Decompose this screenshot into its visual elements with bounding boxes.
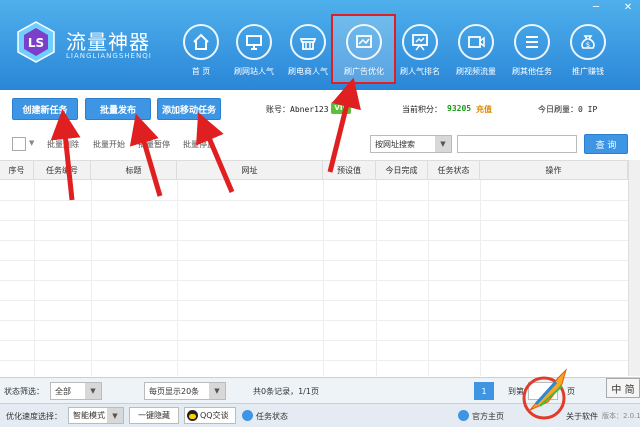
annotation-arrows bbox=[50, 77, 361, 201]
